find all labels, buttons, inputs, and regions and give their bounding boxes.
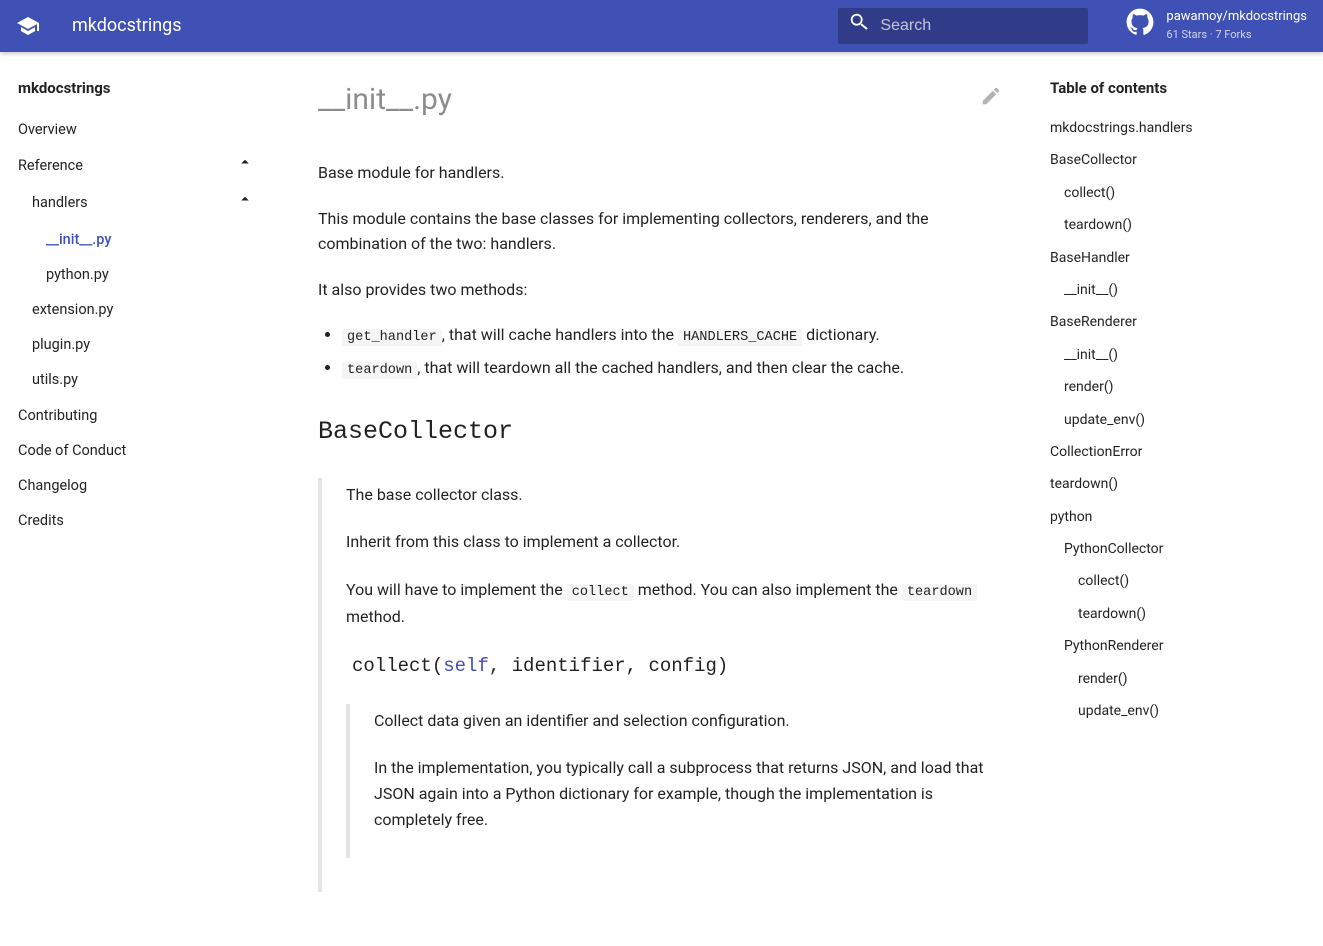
toc-item[interactable]: teardown() xyxy=(1064,209,1274,241)
search-box[interactable] xyxy=(838,8,1088,44)
code-token: collect xyxy=(567,584,634,601)
toc-item[interactable]: teardown() xyxy=(1050,468,1274,500)
nav-item-label: utils.py xyxy=(32,368,78,391)
toc-title: Table of contents xyxy=(1050,76,1274,100)
nav-item[interactable]: __init__.py xyxy=(46,222,254,257)
nav-item[interactable]: Overview xyxy=(18,112,254,147)
nav-item-label: Changelog xyxy=(18,474,87,497)
chevron-up-icon xyxy=(236,190,254,215)
nav-item[interactable]: Credits xyxy=(18,503,254,538)
toc-item[interactable]: BaseHandler xyxy=(1050,242,1274,274)
intro-text: This module contains the base classes fo… xyxy=(318,206,1002,257)
class-heading[interactable]: BaseCollector xyxy=(318,412,1002,452)
method-desc: Collect data given an identifier and sel… xyxy=(374,708,1002,734)
toc-item[interactable]: PythonRenderer xyxy=(1064,630,1274,662)
header: mkdocstrings pawamoy/mkdocstrings 61 Sta… xyxy=(0,0,1323,52)
edit-icon[interactable] xyxy=(980,85,1002,115)
search-icon xyxy=(848,11,880,41)
toc-item[interactable]: collect() xyxy=(1078,565,1274,597)
nav-item[interactable]: Reference xyxy=(18,147,254,184)
toc-item[interactable]: PythonCollector xyxy=(1064,533,1274,565)
toc-item[interactable]: update_env() xyxy=(1078,695,1274,727)
toc-item[interactable]: collect() xyxy=(1064,177,1274,209)
docblock: Collect data given an identifier and sel… xyxy=(346,704,1002,858)
nav-item[interactable]: utils.py xyxy=(32,362,254,397)
toc-item[interactable]: BaseRenderer xyxy=(1050,306,1274,338)
nav-title: mkdocstrings xyxy=(18,76,254,100)
nav-item-label: Credits xyxy=(18,509,64,532)
repo-name: pawamoy/mkdocstrings xyxy=(1166,9,1307,26)
nav-item[interactable]: Changelog xyxy=(18,468,254,503)
code-token: HANDLERS_CACHE xyxy=(678,329,802,346)
nav-item[interactable]: extension.py xyxy=(32,292,254,327)
nav-item-label: Overview xyxy=(18,118,77,141)
site-title[interactable]: mkdocstrings xyxy=(72,12,182,41)
toc-item[interactable]: __init__() xyxy=(1064,339,1274,371)
nav-item[interactable]: plugin.py xyxy=(32,327,254,362)
toc-item[interactable]: __init__() xyxy=(1064,274,1274,306)
nav-item-label: python.py xyxy=(46,263,109,286)
list-item: get_handler, that will cache handlers in… xyxy=(342,322,1002,349)
toc-item[interactable]: update_env() xyxy=(1064,404,1274,436)
content: __init__.py Base module for handlers. Th… xyxy=(270,52,1050,946)
toc-item[interactable]: teardown() xyxy=(1078,598,1274,630)
nav-item-label: extension.py xyxy=(32,298,113,321)
toc: Table of contents mkdocstrings.handlersB… xyxy=(1050,52,1290,892)
toc-item[interactable]: render() xyxy=(1064,371,1274,403)
intro-text: Base module for handlers. xyxy=(318,160,1002,186)
nav-item-label: __init__.py xyxy=(46,228,111,251)
chevron-up-icon xyxy=(236,153,254,178)
repo-stats: 61 Stars · 7 Forks xyxy=(1166,26,1307,44)
toc-item[interactable]: python xyxy=(1050,501,1274,533)
toc-item[interactable]: CollectionError xyxy=(1050,436,1274,468)
nav-item[interactable]: Contributing xyxy=(18,398,254,433)
github-icon xyxy=(1126,8,1166,44)
class-desc: You will have to implement the collect m… xyxy=(346,577,1002,629)
nav-item[interactable]: Code of Conduct xyxy=(18,433,254,468)
nav-item-label: plugin.py xyxy=(32,333,90,356)
sidebar-nav: mkdocstrings Overview Reference handlers __… xyxy=(0,52,270,892)
toc-item[interactable]: BaseCollector xyxy=(1050,144,1274,176)
nav-item-label: Contributing xyxy=(18,404,97,427)
toc-item[interactable]: mkdocstrings.handlers xyxy=(1050,112,1274,144)
repo-link[interactable]: pawamoy/mkdocstrings 61 Stars · 7 Forks xyxy=(1126,8,1307,44)
docblock: The base collector class. Inherit from t… xyxy=(318,478,1002,892)
intro-text: It also provides two methods: xyxy=(318,277,1002,303)
nav-item[interactable]: handlers xyxy=(32,184,254,221)
toc-item[interactable]: render() xyxy=(1078,663,1274,695)
list-item: teardown, that will teardown all the cac… xyxy=(342,355,1002,382)
class-desc: The base collector class. xyxy=(346,482,1002,508)
method-signature[interactable]: collect(self, identifier, config) xyxy=(352,651,1002,681)
repo-info: pawamoy/mkdocstrings 61 Stars · 7 Forks xyxy=(1166,9,1307,43)
class-desc: Inherit from this class to implement a c… xyxy=(346,529,1002,555)
nav-item-label: Reference xyxy=(18,154,83,177)
code-token: teardown xyxy=(902,584,977,601)
logo-icon[interactable] xyxy=(16,14,40,38)
search-input[interactable] xyxy=(880,17,1078,35)
code-token: get_handler xyxy=(342,329,442,346)
nav-item[interactable]: python.py xyxy=(46,257,254,292)
nav-item-label: handlers xyxy=(32,191,88,214)
nav-item-label: Code of Conduct xyxy=(18,439,126,462)
method-desc: In the implementation, you typically cal… xyxy=(374,755,1002,832)
page-title: __init__.py xyxy=(318,76,452,124)
code-token: teardown xyxy=(342,362,417,379)
